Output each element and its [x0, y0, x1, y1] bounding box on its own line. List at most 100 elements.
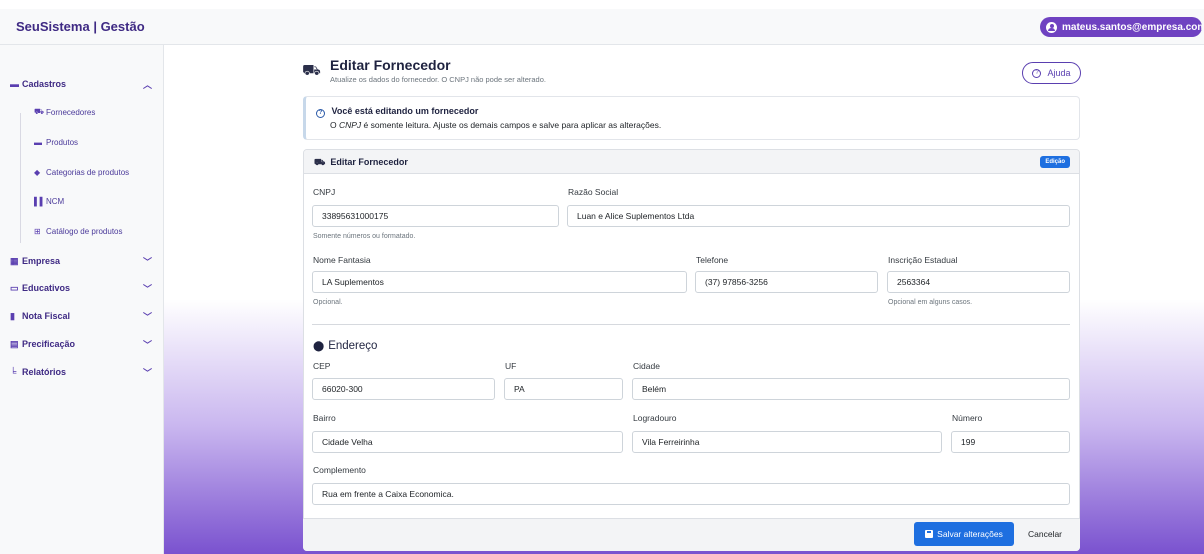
cep-field[interactable]: 66020-300 [312, 378, 495, 400]
section-divider [312, 324, 1070, 325]
razao-social-label: Razão Social [568, 187, 619, 197]
complemento-label: Complemento [313, 465, 366, 475]
uf-label: UF [505, 361, 517, 371]
brand-title[interactable]: SeuSistema | Gestão [16, 19, 145, 34]
bairro-field[interactable]: Cidade Velha [312, 431, 623, 453]
chart-icon: ╘ [10, 367, 17, 377]
sidebar-item-label: Empresa [22, 256, 61, 266]
sidebar-item-label: Cadastros [22, 79, 67, 89]
sidebar-subitem-label: Catálogo de produtos [46, 226, 123, 236]
floppy-disk-icon [925, 530, 934, 538]
sidebar-item-label: Nota Fiscal [22, 311, 71, 321]
chevron-down-icon: ﹀ [142, 340, 152, 350]
cidade-field[interactable]: Belém [632, 378, 1070, 400]
presentation-icon: ▭ [10, 282, 19, 293]
chevron-down-icon: ﹀ [142, 257, 152, 267]
telefone-field[interactable]: (37) 97856-3256 [695, 271, 878, 293]
chevron-up-icon: ︿ [142, 80, 152, 90]
user-menu-button[interactable]: mateus.santos@empresa.com ▾ [1040, 17, 1202, 37]
calculator-icon: ▤ [10, 338, 19, 349]
alert-text-em: CNPJ [338, 120, 362, 130]
cnpj-field[interactable]: 33895631000175 [312, 205, 559, 227]
logradouro-field[interactable]: Vila Ferreirinha [632, 431, 942, 453]
file-icon: ▮ [10, 310, 15, 321]
sidebar-item-ncm[interactable]: ▌▌ NCM [34, 193, 164, 209]
alert-text-pre: O [330, 120, 339, 130]
nome-fantasia-label: Nome Fantasia [313, 255, 371, 265]
sidebar-item-educativos[interactable]: ▭ Educativos ﹀ [10, 279, 158, 297]
user-circle-icon [1046, 21, 1057, 33]
building-icon: ▦ [10, 255, 19, 266]
uf-field[interactable]: PA [504, 378, 623, 400]
sidebar-item-cadastros[interactable]: ▬ Cadastros ︿ [10, 75, 158, 93]
sidebar-item-precificacao[interactable]: ▤ Precificação ﹀ [10, 335, 158, 353]
sidebar-item-categorias[interactable]: ◆ Categorias de produtos [34, 164, 164, 180]
cidade-label: Cidade [633, 361, 660, 371]
truck-icon: ⛟ [302, 62, 321, 79]
logradouro-label: Logradouro [633, 413, 677, 423]
chevron-down-icon: ﹀ [142, 312, 152, 322]
sidebar-item-label: Precificação [22, 339, 76, 349]
sidebar-item-fornecedores[interactable]: ⛟ Fornecedores [34, 104, 164, 120]
help-button[interactable]: ? Ajuda [1022, 62, 1081, 84]
nome-fantasia-field[interactable]: LA Suplementos [312, 271, 687, 293]
telefone-label: Telefone [696, 255, 729, 265]
status-badge: Edição [1040, 156, 1070, 168]
endereco-title: ⬤ Endereço [313, 340, 377, 352]
alert-text-post: é somente leitura. Ajuste os demais camp… [361, 120, 662, 130]
help-label: Ajuda [1047, 68, 1071, 78]
sidebar-item-label: Educativos [22, 283, 71, 293]
question-circle-icon: ? [1032, 68, 1042, 78]
alert-title-text: Você está editando um fornecedor [331, 106, 479, 116]
nome-fantasia-hint: Opcional. [313, 299, 343, 306]
sidebar-item-produtos[interactable]: ▬ Produtos [34, 134, 164, 150]
chevron-down-icon: ﹀ [142, 284, 152, 294]
bairro-label: Bairro [313, 413, 336, 423]
user-email: mateus.santos@empresa.com [1062, 21, 1202, 33]
card-header: ⛟ Editar Fornecedor Edição [304, 150, 1079, 174]
box-icon: ▬ [34, 137, 42, 147]
inscricao-estadual-label: Inscrição Estadual [888, 255, 958, 265]
numero-field[interactable]: 199 [951, 431, 1070, 453]
save-button[interactable]: Salvar alterações [914, 522, 1014, 546]
cep-label: CEP [313, 361, 331, 371]
card-title: ⛟ Editar Fornecedor [314, 157, 408, 169]
sidebar-item-empresa[interactable]: ▦ Empresa ﹀ [10, 252, 158, 270]
alert-text: O CNPJ é somente leitura. Ajuste os dema… [330, 120, 661, 130]
tag-icon: ◆ [34, 167, 41, 177]
sidebar-subitem-label: Fornecedores [46, 107, 96, 117]
question-circle-icon: ? [316, 108, 325, 118]
inscricao-estadual-field[interactable]: 2563364 [887, 271, 1070, 293]
cnpj-hint: Somente números ou formatado. [313, 233, 416, 240]
sidebar-item-catalogo[interactable]: ⊞ Catálogo de produtos [34, 223, 164, 239]
barcode-icon: ▌▌ [34, 196, 46, 206]
inscricao-estadual-hint: Opcional em alguns casos. [888, 299, 973, 306]
endereco-title-text: Endereço [328, 340, 378, 352]
map-pin-icon: ⬤ [313, 341, 325, 352]
folder-icon: ▬ [10, 79, 19, 89]
truck-icon: ⛟ [314, 157, 326, 167]
card-title-text: Editar Fornecedor [330, 157, 408, 167]
sidebar [0, 45, 164, 554]
cancel-button[interactable]: Cancelar [1019, 522, 1071, 546]
info-alert: ? Você está editando um fornecedor O CNP… [303, 96, 1080, 140]
sidebar-item-label: Relatórios [22, 367, 67, 377]
numero-label: Número [952, 413, 983, 423]
razao-social-field[interactable]: Luan e Alice Suplementos Ltda [567, 205, 1070, 227]
sidebar-subitem-label: Categorias de produtos [46, 167, 130, 177]
sidebar-item-relatorios[interactable]: ╘ Relatórios ﹀ [10, 363, 158, 381]
truck-icon: ⛟ [34, 107, 45, 116]
top-navbar: SeuSistema | Gestão mateus.santos@empres… [0, 9, 1204, 45]
save-label: Salvar alterações [937, 529, 1003, 539]
submenu-rule [20, 113, 21, 243]
cnpj-label: CNPJ [313, 187, 336, 197]
page-title: Editar Fornecedor [330, 57, 451, 73]
sidebar-item-nota-fiscal[interactable]: ▮ Nota Fiscal ﹀ [10, 307, 158, 325]
sidebar-subitem-label: Produtos [46, 137, 79, 147]
sidebar-subitem-label: NCM [46, 196, 65, 206]
grid-icon: ⊞ [34, 226, 41, 236]
chevron-down-icon: ﹀ [142, 368, 152, 378]
alert-title: ? Você está editando um fornecedor [316, 106, 478, 118]
complemento-field[interactable]: Rua em frente a Caixa Economica. [312, 483, 1070, 505]
page-subtitle: Atualize os dados do fornecedor. O CNPJ … [330, 75, 546, 84]
